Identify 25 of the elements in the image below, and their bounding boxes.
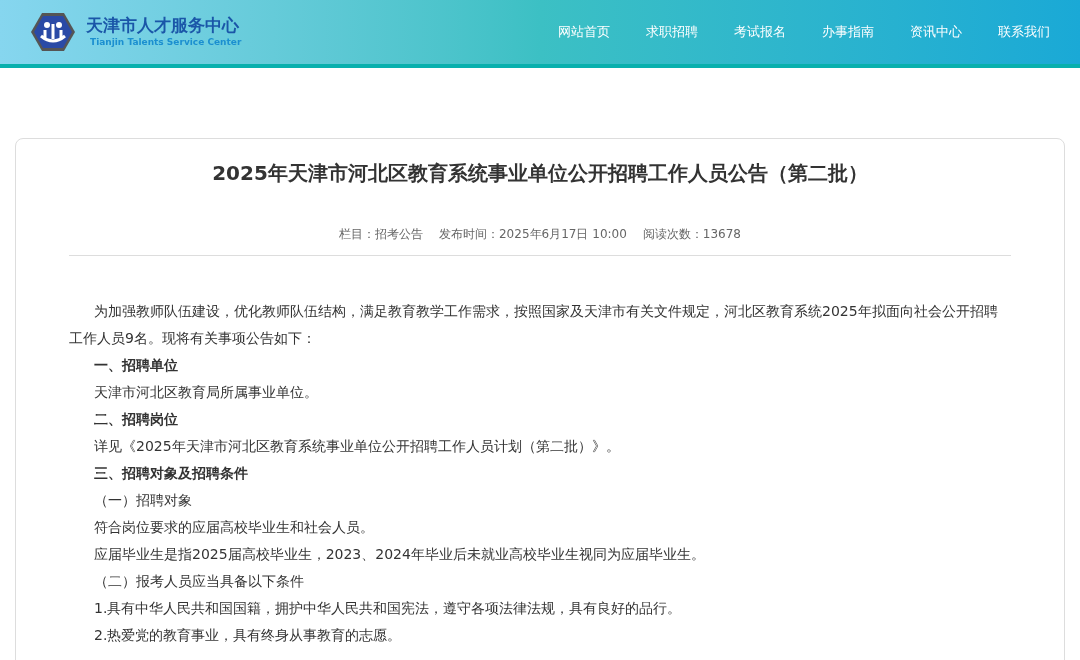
article-title: 2025年天津市河北区教育系统事业单位公开招聘工作人员公告（第二批） [211, 160, 869, 187]
paragraph: 详见《2025年天津市河北区教育系统事业单位公开招聘工作人员计划（第二批）》。 [93, 437, 621, 456]
paragraph: 2.热爱党的教育事业，具有终身从事教育的志愿。 [93, 626, 403, 645]
nav-link[interactable]: 考试报名 [734, 22, 786, 42]
nav-link[interactable]: 联系我们 [998, 22, 1050, 42]
article-meta: 阅读次数：13678 [642, 226, 741, 243]
article-meta: 发布时间：2025年6月17日 10:00 [439, 226, 627, 243]
logo-title: 天津市人才服务中心 [86, 14, 240, 36]
paragraph: 1.具有中华人民共和国国籍，拥护中华人民共和国宪法，遵守各项法律法规，具有良好的品行。 [93, 599, 683, 618]
nav-link[interactable]: 网站首页 [558, 22, 610, 42]
paragraph: 应届毕业生是指2025届高校毕业生，2023、2024年毕业后未就业高校毕业生视同为应届毕业生。 [93, 545, 706, 564]
paragraph: 符合岗位要求的应届高校毕业生和社会人员。 [93, 518, 375, 537]
section-heading: 三、招聘对象及招聘条件 [93, 464, 249, 483]
logo-icon [30, 12, 76, 52]
section-heading: 二、招聘岗位 [93, 410, 179, 429]
paragraph: （二）报考人员应当具备以下条件 [93, 572, 305, 591]
article-meta: 栏目：招考公告 [339, 226, 423, 243]
nav-link[interactable]: 办事指南 [822, 22, 874, 42]
paragraph: 为加强教师队伍建设，优化教师队伍结构，满足教育教学工作需求，按照国家及天津市有关文件规定，河北区教育系统2025年拟面向社会公开招聘工作人员9名。现将有关事项公告如下： [69, 302, 999, 348]
logo-subtitle: Tianjin Talents Service Center [90, 35, 242, 49]
nav-link[interactable]: 资讯中心 [910, 22, 962, 42]
nav-link[interactable]: 求职招聘 [646, 22, 698, 42]
section-heading: 一、招聘单位 [93, 356, 179, 375]
paragraph: （一）招聘对象 [93, 491, 193, 510]
paragraph: 天津市河北区教育局所属事业单位。 [93, 383, 319, 402]
